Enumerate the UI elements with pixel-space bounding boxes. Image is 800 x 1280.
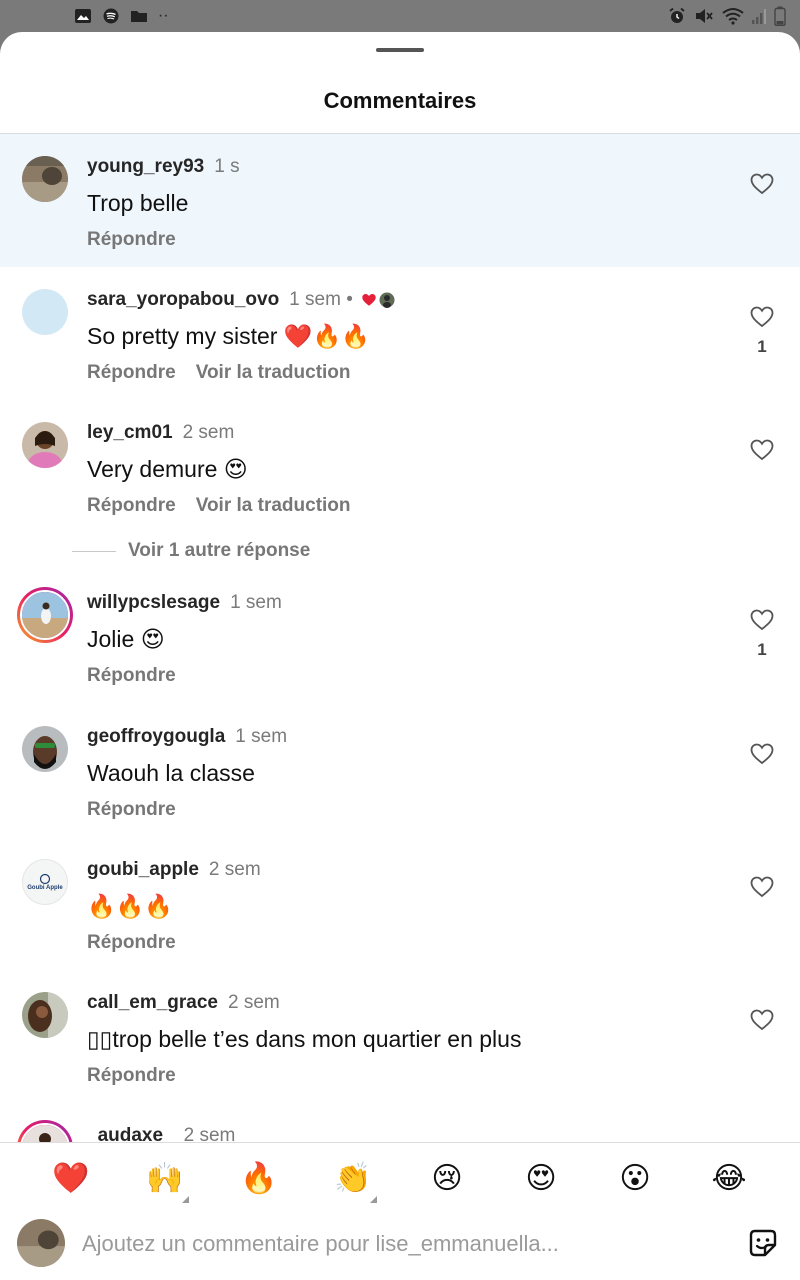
- comment-text: 🔥🔥🔥: [87, 893, 173, 919]
- comment-time: 1 s: [214, 156, 240, 177]
- comment-item: ley_cm01 2 sem Very demure 😍 Répondre Vo…: [0, 400, 800, 536]
- comment-item: geoffroygougla 1 sem Waouh la classe Rép…: [0, 704, 800, 837]
- reaction-laugh-button[interactable]: 😂: [707, 1157, 751, 1201]
- comments-sheet: Commentaires young_rey93 1 s Trop belle …: [0, 32, 800, 1280]
- reply-button[interactable]: Répondre: [87, 799, 176, 821]
- skin-tone-indicator: [370, 1196, 377, 1203]
- comment-username[interactable]: _audaxe_: [87, 1125, 174, 1142]
- author-liked-badge: [361, 292, 395, 308]
- comment-username[interactable]: call_em_grace: [87, 992, 218, 1014]
- reaction-heart-eyes-button[interactable]: 😍: [519, 1157, 563, 1201]
- avatar-brand-text: Goubi Apple: [27, 885, 63, 891]
- avatar-with-story-ring[interactable]: [17, 587, 73, 643]
- drag-handle[interactable]: [376, 48, 424, 52]
- signal-icon: [752, 9, 766, 24]
- comment-username[interactable]: goubi_apple: [87, 859, 199, 881]
- current-user-avatar: [17, 1219, 65, 1267]
- comment-item: Goubi Apple goubi_apple 2 sem 🔥🔥🔥 Répond…: [0, 837, 800, 970]
- comment-item: _audaxe_ 2 sem: [0, 1103, 800, 1142]
- reaction-surprised-button[interactable]: 😮: [613, 1157, 657, 1201]
- comment-text: Waouh la classe: [87, 760, 255, 786]
- view-more-replies-label: Voir 1 autre réponse: [128, 540, 311, 561]
- author-avatar-icon: [379, 292, 395, 308]
- like-heart-icon[interactable]: [750, 743, 774, 765]
- comment-input[interactable]: [82, 1229, 722, 1259]
- comment-time: 1 sem: [235, 726, 288, 747]
- like-heart-icon[interactable]: [750, 609, 774, 631]
- like-heart-icon[interactable]: [750, 1009, 774, 1031]
- comment-username[interactable]: sara_yoropabou_ovo: [87, 289, 279, 311]
- comment-item: sara_yoropabou_ovo 1 sem • So pretty my …: [0, 267, 800, 400]
- like-heart-icon[interactable]: [750, 306, 774, 328]
- reaction-heart-button[interactable]: ❤️: [49, 1157, 93, 1201]
- reaction-clap-glyph: 👏: [334, 1161, 372, 1196]
- reaction-fire-button[interactable]: 🔥: [237, 1157, 281, 1201]
- comment-time: 1 sem •: [289, 289, 353, 310]
- status-bar: 00:12 ··: [0, 0, 800, 32]
- comment-time: 2 sem: [182, 422, 235, 443]
- status-more-dots: ··: [157, 7, 169, 24]
- comment-time: 1 sem: [230, 592, 282, 613]
- reaction-raised-hands-button[interactable]: 🙌: [143, 1157, 189, 1203]
- reply-button[interactable]: Répondre: [87, 932, 176, 954]
- see-translation-button[interactable]: Voir la traduction: [196, 495, 351, 517]
- comment-text: ▯▯trop belle t’es dans mon quartier en p…: [87, 1026, 522, 1052]
- comment-item: willypcslesage 1 sem Jolie 😍 Répondre 1: [0, 570, 800, 704]
- avatar[interactable]: [22, 726, 68, 772]
- comment-time: 2 sem: [183, 1125, 236, 1142]
- reply-thread-line: [72, 550, 116, 552]
- comment-text: So pretty my sister ❤️🔥🔥: [87, 323, 370, 349]
- like-count: 1: [757, 337, 767, 356]
- comment-username[interactable]: ley_cm01: [87, 422, 173, 444]
- status-time: 00:12: [12, 5, 64, 27]
- reaction-clap-button[interactable]: 👏: [331, 1157, 377, 1203]
- comment-item: call_em_grace 2 sem ▯▯trop belle t’es da…: [0, 970, 800, 1103]
- comment-username[interactable]: young_rey93: [87, 156, 204, 178]
- reaction-cry-button[interactable]: 😢: [425, 1157, 469, 1201]
- like-heart-icon[interactable]: [750, 173, 774, 195]
- comment-time: 2 sem: [228, 992, 280, 1013]
- avatar[interactable]: [22, 156, 68, 202]
- folder-icon: [130, 11, 147, 22]
- gallery-icon: [74, 9, 91, 23]
- wifi-icon: [722, 8, 744, 25]
- alarm-icon: [669, 7, 685, 23]
- sheet-title: Commentaires: [323, 88, 477, 113]
- like-count: 1: [757, 640, 767, 659]
- reaction-raised-hands-glyph: 🙌: [146, 1161, 184, 1196]
- spotify-icon: [103, 8, 119, 24]
- reply-button[interactable]: Répondre: [87, 1065, 176, 1087]
- see-translation-button[interactable]: Voir la traduction: [196, 362, 351, 384]
- comment-username[interactable]: willypcslesage: [87, 592, 220, 614]
- reply-button[interactable]: Répondre: [87, 665, 176, 687]
- apple-logo-icon: [39, 873, 51, 885]
- comment-item: young_rey93 1 s Trop belle Répondre: [0, 134, 800, 267]
- reply-button[interactable]: Répondre: [87, 495, 176, 517]
- avatar-with-story-ring[interactable]: [17, 1120, 73, 1142]
- comment-username[interactable]: geoffroygougla: [87, 726, 225, 748]
- skin-tone-indicator: [182, 1196, 189, 1203]
- like-heart-icon[interactable]: [750, 876, 774, 898]
- comment-text: Jolie 😍: [87, 626, 165, 652]
- sticker-icon[interactable]: [747, 1227, 779, 1259]
- red-heart-icon: [362, 293, 376, 306]
- comment-composer-bar: ❤️ 🙌 🔥 👏 😢 😍 😮 😂: [0, 1142, 800, 1280]
- mute-icon: [696, 9, 713, 23]
- quick-reactions: ❤️ 🙌 🔥 👏 😢 😍 😮 😂: [0, 1157, 800, 1203]
- reply-button[interactable]: Répondre: [87, 229, 176, 251]
- avatar[interactable]: [22, 422, 68, 468]
- comment-time: 2 sem: [208, 859, 261, 880]
- comment-text: Very demure 😍: [87, 456, 248, 482]
- view-more-replies-button[interactable]: Voir 1 autre réponse: [72, 540, 310, 562]
- comment-list[interactable]: young_rey93 1 s Trop belle Répondre sara…: [0, 134, 800, 1142]
- reply-button[interactable]: Répondre: [87, 362, 176, 384]
- avatar[interactable]: [22, 992, 68, 1038]
- avatar[interactable]: Goubi Apple: [22, 859, 68, 905]
- comment-text: Trop belle: [87, 190, 189, 216]
- avatar[interactable]: [22, 289, 68, 335]
- battery-icon: [774, 6, 786, 26]
- like-heart-icon[interactable]: [750, 439, 774, 461]
